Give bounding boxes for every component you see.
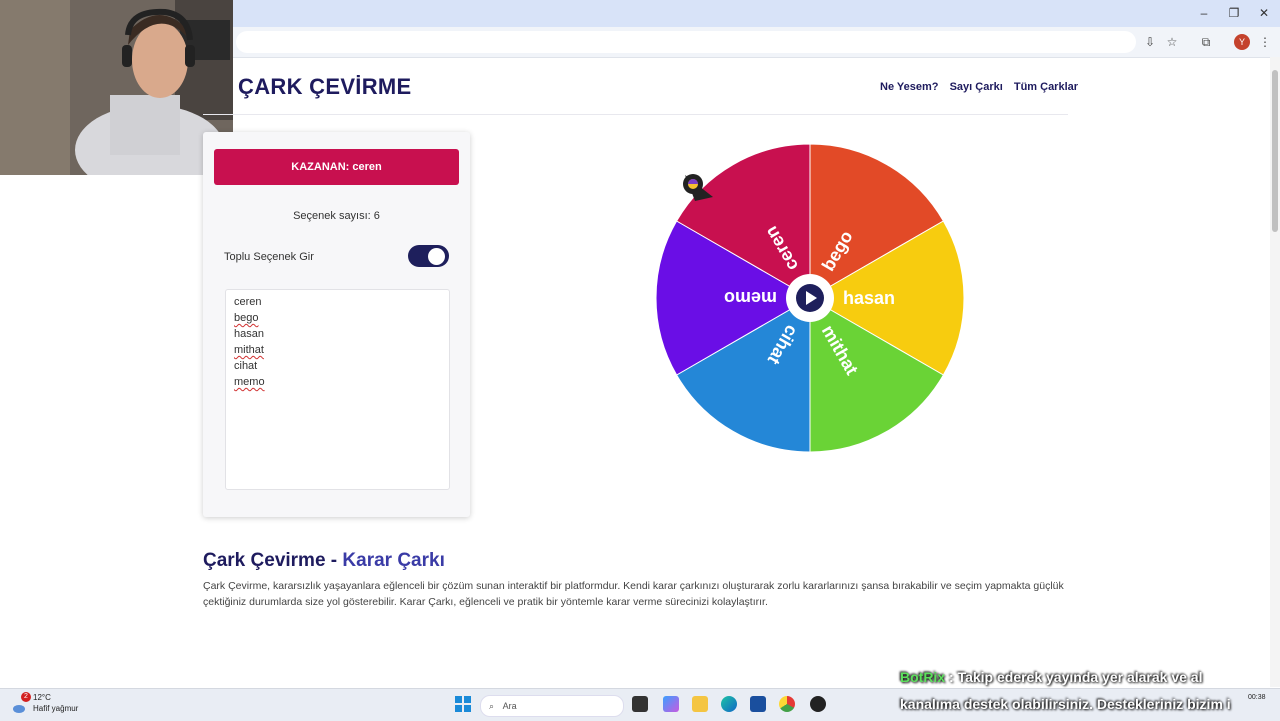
option-count: Seçenek sayısı: 6: [293, 210, 380, 222]
edge-icon[interactable]: [721, 696, 737, 712]
main-nav: Ne Yesem? Sayı Çarkı Tüm Çarklar: [880, 81, 1086, 93]
wheel-label-hasan: hasan: [843, 288, 895, 308]
weather-badge: 2: [21, 692, 31, 702]
search-icon: ⌕: [489, 701, 495, 711]
copilot-icon[interactable]: [663, 696, 679, 712]
option-line: memo: [234, 376, 265, 388]
option-line: cihat: [234, 360, 258, 372]
close-icon[interactable]: ✕: [1254, 4, 1274, 22]
minimize-icon[interactable]: ‒: [1194, 4, 1214, 22]
webcam-overlay: [0, 0, 233, 175]
winner-banner: KAZANAN: ceren: [214, 149, 459, 185]
weather-desc[interactable]: Hafif yağmur: [33, 704, 78, 713]
weather-temp[interactable]: 12°C: [33, 693, 51, 702]
bulk-input-label: Toplu Seçenek Gir: [224, 251, 314, 263]
task-view-icon[interactable]: [632, 696, 648, 712]
search-placeholder: Ara: [502, 701, 517, 711]
site-logo[interactable]: ÇARK ÇEVİRME: [238, 74, 412, 100]
menu-kebab-icon[interactable]: ⋮: [1256, 34, 1274, 50]
toggle-knob: [428, 248, 445, 265]
bot-name: BotRix: [900, 669, 946, 685]
option-line: ceren: [234, 296, 262, 308]
scrollbar-thumb[interactable]: [1272, 70, 1278, 232]
nav-link-tum-carklar[interactable]: Tüm Çarklar: [1014, 81, 1078, 93]
section-title-highlight: Karar Çarkı: [342, 550, 445, 571]
install-app-icon[interactable]: ⇩: [1141, 34, 1159, 50]
section-title-main: Çark Çevirme -: [203, 550, 343, 571]
nav-link-sayi-carki[interactable]: Sayı Çarkı: [950, 81, 1003, 93]
option-line: hasan: [234, 328, 264, 340]
obs-icon[interactable]: [810, 696, 826, 712]
store-icon[interactable]: [750, 696, 766, 712]
taskbar-search[interactable]: ⌕ Ara: [480, 695, 624, 717]
section-paragraph: Çark Çevirme, kararsızlık yaşayanlara eğ…: [203, 580, 1064, 608]
options-textarea[interactable]: ceren bego hasan mithat cihat memo: [225, 289, 450, 490]
nav-link-ne-yesem[interactable]: Ne Yesem?: [880, 81, 939, 93]
restore-icon[interactable]: ❐: [1224, 4, 1244, 22]
spin-wheel[interactable]: begohasanmithatcihatmemoceren: [655, 143, 965, 453]
header-divider: [203, 114, 1068, 115]
file-explorer-icon[interactable]: [692, 696, 708, 712]
option-line: bego: [234, 312, 259, 324]
chat-overlay-line2: kanalıma destek olabilirsiniz. Destekler…: [900, 696, 1231, 712]
address-input[interactable]: [236, 31, 1136, 53]
profile-avatar[interactable]: Y: [1234, 34, 1250, 50]
chat-text-1: : Takip ederek yayında yer alarak ve al: [945, 669, 1203, 685]
bookmark-star-icon[interactable]: ☆: [1163, 34, 1181, 50]
extensions-icon[interactable]: ⧉: [1197, 34, 1215, 50]
chrome-icon[interactable]: [779, 696, 795, 712]
section-title: Çark Çevirme - Karar Çarkı: [203, 550, 445, 572]
taskbar-clock[interactable]: 00:38: [1248, 694, 1266, 701]
option-line: mithat: [234, 344, 264, 356]
wheel-label-memo: memo: [724, 288, 777, 308]
chat-overlay-line1: BotRix : Takip ederek yayında yer alarak…: [900, 669, 1202, 685]
windows-start-icon[interactable]: [455, 696, 471, 712]
